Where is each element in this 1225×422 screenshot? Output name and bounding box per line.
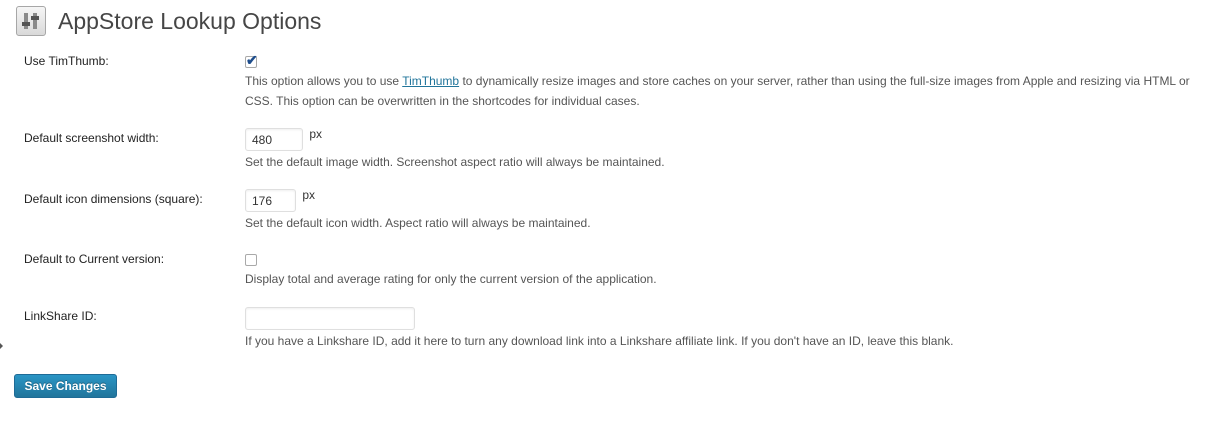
timthumb-description: This option allows you to use TimThumb t… xyxy=(245,74,1190,108)
page-header: AppStore Lookup Options xyxy=(16,6,321,36)
icon-dimensions-description: Set the default icon width. Aspect ratio… xyxy=(245,216,591,230)
screenshot-width-unit: px xyxy=(309,127,323,141)
settings-sliders-icon xyxy=(16,6,46,36)
current-version-label: Default to Current version: xyxy=(24,252,165,266)
current-version-checkbox[interactable] xyxy=(245,254,257,266)
page-title: AppStore Lookup Options xyxy=(58,8,322,34)
current-version-description: Display total and average rating for onl… xyxy=(245,272,657,286)
linkshare-description: If you have a Linkshare ID, add it here … xyxy=(245,334,954,348)
timthumb-label: Use TimThumb: xyxy=(24,54,109,68)
linkshare-id-input[interactable] xyxy=(245,307,415,330)
save-changes-button[interactable]: Save Changes xyxy=(14,374,117,398)
icon-dimensions-label: Default icon dimensions (square): xyxy=(24,192,203,206)
screenshot-width-input[interactable] xyxy=(245,128,303,151)
linkshare-label: LinkShare ID: xyxy=(24,309,97,323)
icon-dimensions-input[interactable] xyxy=(245,189,296,212)
icon-dimensions-unit: px xyxy=(302,188,316,202)
screenshot-width-description: Set the default image width. Screenshot … xyxy=(245,155,665,169)
collapse-arrow-icon xyxy=(0,341,3,351)
timthumb-checkbox[interactable]: ✔ xyxy=(245,52,258,68)
checkmark-icon: ✔ xyxy=(246,52,258,68)
screenshot-width-label: Default screenshot width: xyxy=(24,131,159,145)
timthumb-link[interactable]: TimThumb xyxy=(402,74,459,88)
